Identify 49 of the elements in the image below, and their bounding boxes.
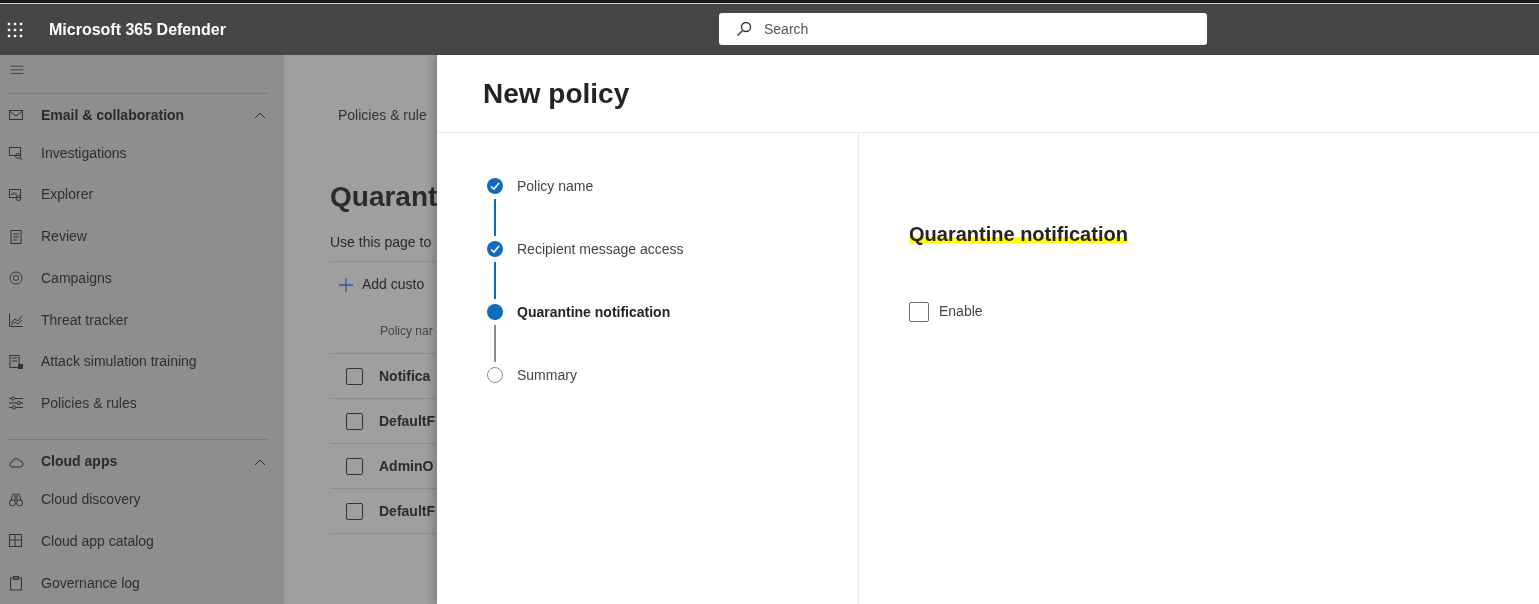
breadcrumb-link[interactable]: Policies & rule (338, 105, 437, 126)
sliders-icon (8, 395, 24, 412)
nav-section-header[interactable]: Cloud apps (8, 445, 276, 479)
nav-item[interactable]: Campaigns (8, 257, 276, 300)
row-checkbox[interactable] (346, 457, 363, 475)
nav-item[interactable]: Cloud discovery (8, 478, 276, 521)
chevron-icon (254, 458, 266, 466)
search-field[interactable]: Search (719, 13, 1207, 45)
plus-icon (338, 276, 354, 293)
menu-icon[interactable] (9, 65, 25, 75)
nav-item[interactable]: Review (8, 215, 276, 258)
row-checkbox[interactable] (346, 412, 363, 430)
document-flask-icon (8, 353, 24, 370)
row-checkbox[interactable] (346, 502, 363, 520)
step-label[interactable]: Policy name (517, 175, 594, 197)
table-cell-text: AdminO (379, 456, 434, 476)
table-cell-text: DefaultF (379, 411, 435, 431)
nav-item[interactable]: Governance log (8, 562, 276, 604)
chevron-icon (254, 111, 266, 120)
app-launcher-icon[interactable] (7, 21, 23, 38)
step-label[interactable]: Summary (517, 364, 577, 386)
step-label[interactable]: Quarantine notification (517, 301, 671, 323)
step-label[interactable]: Recipient message access (517, 238, 684, 260)
table-cell-text: Notifica (379, 366, 431, 386)
monitor-magnifier-icon (8, 145, 24, 162)
nav-item[interactable]: Threat tracker (8, 299, 276, 341)
nav-item[interactable]: Investigations (8, 132, 276, 175)
binoculars-icon (8, 491, 24, 508)
nav-item[interactable]: Cloud app catalog (8, 520, 276, 563)
clipboard-icon (8, 575, 24, 592)
page-title: Quarant (330, 180, 437, 214)
monitor-chart-icon (8, 186, 24, 203)
table-cell-text: DefaultF (379, 501, 435, 521)
page-description: Use this page to (330, 233, 433, 252)
document-icon (8, 228, 24, 245)
enable-checkbox[interactable] (909, 301, 929, 322)
panel-title: New policy (483, 76, 630, 111)
nav-item[interactable]: Explorer (8, 174, 276, 216)
add-button[interactable]: Add custo (338, 274, 437, 295)
nav-item[interactable]: Attack simulation training (8, 340, 276, 383)
nav-item[interactable]: Policies & rules (8, 382, 276, 425)
enable-label: Enable (939, 302, 983, 321)
line-chart-icon (8, 312, 24, 328)
app-title: Microsoft 365 Defender (49, 19, 226, 40)
target-icon (8, 270, 24, 287)
nav-section-header[interactable]: Email & collaboration (8, 98, 276, 133)
grid-icon (8, 533, 24, 550)
column-header: Policy nar (380, 323, 434, 340)
row-checkbox[interactable] (346, 367, 363, 385)
